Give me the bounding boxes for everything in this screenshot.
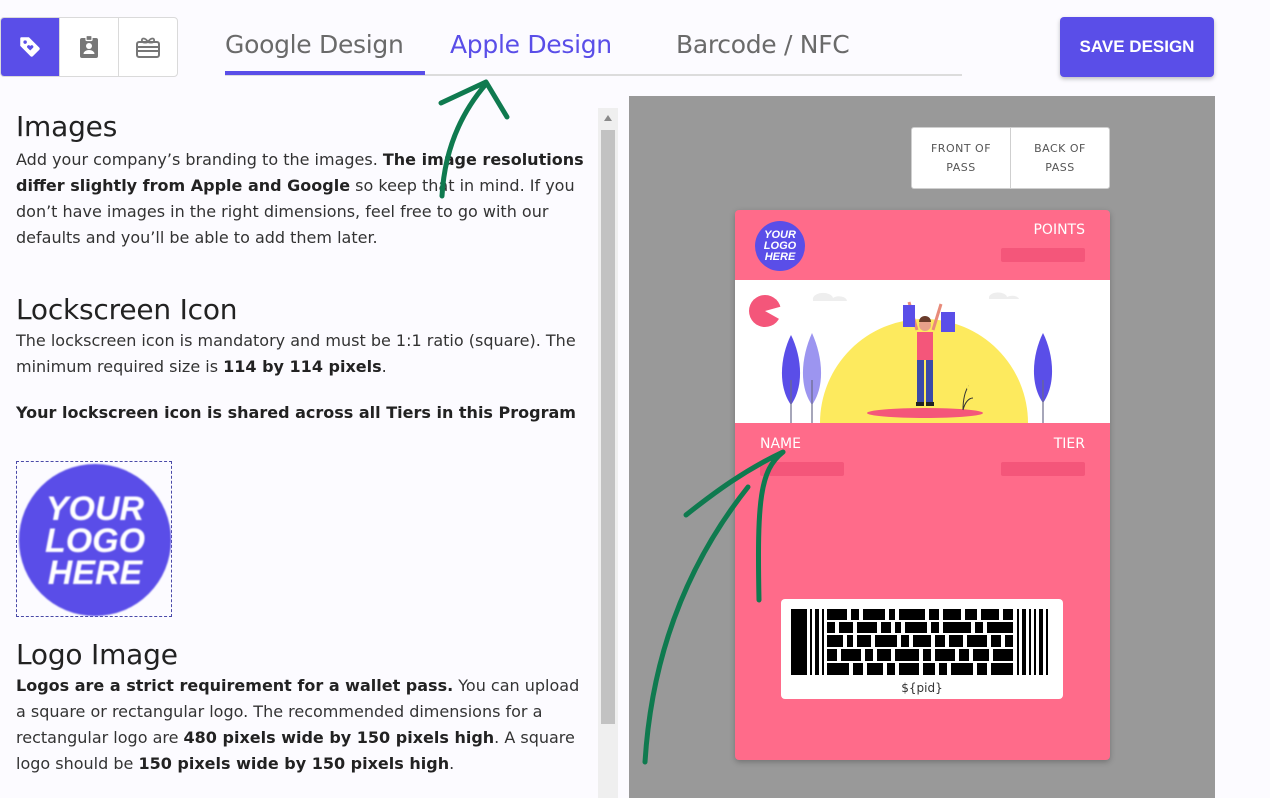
lockscreen-note: Your lockscreen icon is shared across al… — [16, 403, 576, 422]
back-label-line1: BACK OF — [1034, 142, 1086, 155]
tab-apple-design[interactable]: Apple Design — [450, 30, 612, 59]
badge-mode-button[interactable] — [60, 18, 119, 76]
content-scrollbar[interactable] — [598, 108, 618, 798]
tab-barcode-nfc[interactable]: Barcode / NFC — [676, 30, 850, 59]
pass-side-toggle: FRONT OF PASS BACK OF PASS — [911, 127, 1110, 189]
tag-icon — [20, 37, 40, 57]
card-logo-line3: HERE — [765, 251, 796, 263]
lockscreen-icon-upload[interactable]: YOUR LOGO HERE — [16, 461, 172, 617]
logo-heading: Logo Image — [16, 638, 178, 671]
pdf417-barcode — [791, 609, 1048, 675]
front-label-line1: FRONT OF — [930, 142, 992, 155]
settings-content: Images Add your company’s branding to th… — [16, 110, 596, 426]
design-mode-toolbar — [0, 17, 178, 77]
design-tabs: Google Design Apple Design Barcode / NFC — [225, 20, 962, 76]
tier-value-placeholder — [1001, 462, 1085, 476]
name-value-placeholder — [760, 462, 844, 476]
tab-google-design[interactable]: Google Design — [225, 30, 404, 59]
card-logo: YOUR LOGO HERE — [755, 221, 805, 271]
back-of-pass-button[interactable]: BACK OF PASS — [1011, 128, 1109, 188]
barcode-text: ${pid} — [901, 681, 943, 695]
active-tab-indicator — [225, 71, 425, 75]
lockscreen-description: The lockscreen icon is mandatory and mus… — [16, 331, 576, 376]
images-heading: Images — [16, 110, 118, 143]
logo-text-line3: HERE — [48, 554, 144, 592]
badge-icon — [80, 34, 98, 58]
front-label-line2: PASS — [946, 161, 976, 174]
scroll-up-arrow[interactable] — [598, 108, 618, 128]
gift-card-icon — [136, 37, 160, 58]
lockscreen-logo-placeholder: YOUR LOGO HERE — [19, 464, 171, 616]
strip-illustration — [749, 292, 1053, 423]
tag-mode-button[interactable] — [1, 18, 60, 76]
gift-card-mode-button[interactable] — [119, 18, 177, 76]
save-design-button[interactable]: SAVE DESIGN — [1060, 17, 1214, 77]
strip-image — [735, 280, 1110, 423]
lockscreen-heading: Lockscreen Icon — [16, 293, 238, 326]
barcode: ${pid} — [781, 599, 1063, 699]
scroll-thumb[interactable] — [601, 130, 615, 724]
triangle-up-icon — [604, 115, 612, 121]
points-label: POINTS — [1033, 222, 1085, 238]
back-label-line2: PASS — [1045, 161, 1075, 174]
tier-label: TIER — [1053, 436, 1085, 452]
logo-description: Logos are a strict requirement for a wal… — [16, 676, 580, 773]
logo-section: Logo Image Logos are a strict requiremen… — [16, 638, 586, 777]
points-value-placeholder — [1001, 248, 1085, 262]
images-description: Add your company’s branding to the image… — [16, 150, 584, 247]
front-of-pass-button[interactable]: FRONT OF PASS — [912, 128, 1011, 188]
wallet-pass-card: YOUR LOGO HERE POINTS NAME TIER ${pid} — [735, 210, 1110, 760]
name-label: NAME — [760, 436, 801, 452]
